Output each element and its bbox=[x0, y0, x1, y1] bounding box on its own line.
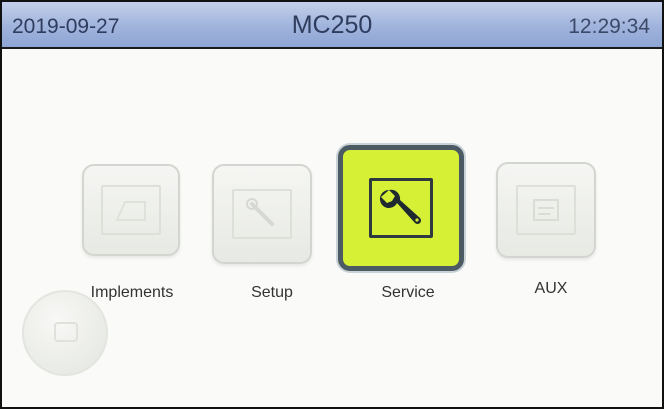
wrench-icon bbox=[369, 178, 433, 238]
home-icon bbox=[45, 311, 85, 356]
aux-label: AUX bbox=[534, 280, 568, 297]
home-button[interactable] bbox=[22, 290, 108, 376]
aux-button[interactable] bbox=[496, 162, 596, 258]
implements-button[interactable] bbox=[82, 164, 180, 256]
service-button[interactable] bbox=[338, 145, 464, 271]
hmi-screen: 2019-09-27 MC250 12:29:34 Implements Set… bbox=[0, 0, 664, 409]
setup-button[interactable] bbox=[212, 164, 312, 264]
wrench-icon bbox=[232, 189, 292, 239]
implements-label: Implements bbox=[90, 284, 174, 301]
title-bar: 2019-09-27 MC250 12:29:34 bbox=[2, 2, 662, 49]
implements-icon bbox=[101, 185, 161, 235]
page-title: MC250 bbox=[291, 11, 373, 39]
service-label: Service bbox=[381, 284, 435, 301]
time-readout: 12:29:34 bbox=[568, 15, 650, 38]
aux-icon bbox=[516, 185, 576, 235]
setup-label: Setup bbox=[251, 284, 293, 301]
